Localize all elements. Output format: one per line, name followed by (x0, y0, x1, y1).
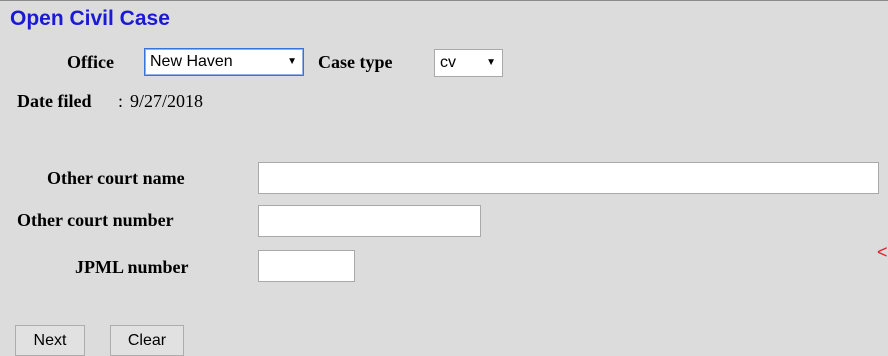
next-button[interactable]: Next (15, 325, 85, 356)
date-filed-label: Date filed (17, 91, 92, 111)
chevron-down-icon: ▼ (486, 57, 496, 68)
office-select[interactable]: New Haven ▼ (144, 48, 304, 76)
jpml-number-label: JPML number (75, 257, 189, 277)
date-filed-value: 9/27/2018 (130, 91, 204, 111)
other-court-name-label: Other court name (47, 168, 185, 188)
top-divider (0, 0, 888, 1)
clear-button[interactable]: Clear (110, 325, 184, 356)
red-arrow-marker: < (877, 242, 888, 262)
other-court-number-field[interactable] (258, 205, 481, 237)
other-court-number-label: Other court number (17, 210, 174, 230)
case-type-select[interactable]: cv ▼ (434, 49, 503, 77)
other-court-name-field[interactable] (258, 162, 879, 194)
page-title: Open Civil Case (10, 7, 170, 30)
chevron-down-icon: ▼ (287, 56, 297, 67)
office-label: Office (67, 52, 114, 72)
case-type-label: Case type (318, 52, 393, 72)
date-filed-separator: : (118, 91, 124, 111)
office-selected-value: New Haven (150, 53, 233, 70)
case-type-selected-value: cv (440, 54, 456, 71)
jpml-number-field[interactable] (258, 250, 355, 282)
